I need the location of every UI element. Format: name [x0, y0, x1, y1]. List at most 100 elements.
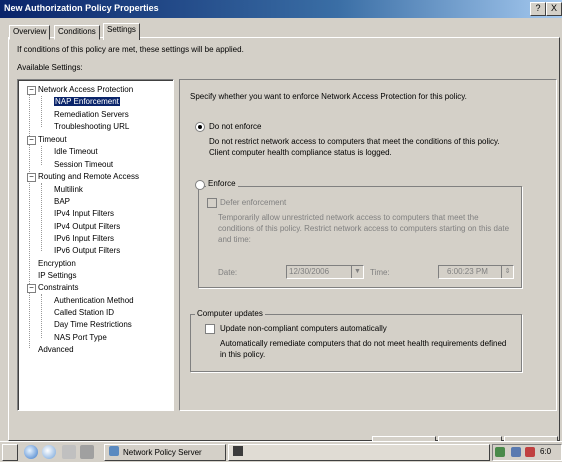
date-value: 12/30/2006: [289, 267, 330, 276]
tree-node-label: NAS Port Type: [54, 333, 107, 342]
enforce-label[interactable]: Enforce: [206, 179, 238, 188]
properties-window: New Authorization Policy Properties ? X …: [0, 0, 562, 446]
tree-node-encryption[interactable]: Encryption: [38, 258, 76, 269]
tree-node-label: IPv4 Output Filters: [54, 222, 121, 231]
tree-node-label: BAP: [54, 197, 71, 206]
settings-tree[interactable]: − Network Access Protection NAP Enforcem…: [17, 79, 174, 411]
tree-node-day-time-restrictions[interactable]: Day Time Restrictions: [54, 319, 132, 330]
tree-node-ip-settings[interactable]: IP Settings: [38, 270, 77, 281]
date-picker[interactable]: 12/30/2006 ▼: [286, 265, 364, 279]
tree-node-label: IPv6 Input Filters: [54, 234, 115, 243]
tree-node-constraints[interactable]: − Constraints: [27, 282, 79, 293]
server-icon: [109, 446, 119, 456]
start-button[interactable]: [2, 444, 18, 461]
taskbar-item-label: Network Policy Server: [123, 448, 202, 457]
tree-node-label: Troubleshooting URL: [54, 122, 130, 131]
alert-icon[interactable]: [525, 447, 535, 457]
window-title: New Authorization Policy Properties: [4, 3, 159, 13]
tree-node-ipv4-input-filters[interactable]: IPv4 Input Filters: [54, 208, 114, 219]
defer-enforcement-description: Temporarily allow unrestricted network a…: [218, 213, 510, 244]
tree-node-label: Network Access Protection: [38, 85, 134, 94]
tree-node-routing-and-remote-access[interactable]: − Routing and Remote Access: [27, 171, 139, 182]
tree-node-label: Authentication Method: [54, 296, 134, 305]
tree-node-label: Multilink: [54, 185, 83, 194]
do-not-enforce-radio[interactable]: [195, 122, 205, 132]
update-noncompliant-description: Automatically remediate computers that d…: [220, 339, 507, 359]
time-label: Time:: [370, 268, 390, 277]
tree-line-constraints: [41, 294, 42, 338]
tree-line-timeout: [41, 146, 42, 165]
internet-explorer-icon[interactable]: [24, 445, 38, 459]
date-label: Date:: [218, 268, 238, 277]
browser-icon[interactable]: [42, 445, 56, 459]
tab-settings[interactable]: Settings: [103, 23, 140, 40]
time-value: 6:00:23 PM: [447, 267, 488, 276]
clock: 6:0: [540, 447, 552, 456]
tree-node-authentication-method[interactable]: Authentication Method: [54, 295, 134, 306]
tab-overview[interactable]: Overview: [9, 25, 51, 40]
window-icon: [233, 446, 243, 456]
computer-updates-legend: Computer updates: [195, 309, 265, 318]
connection-icon[interactable]: [511, 447, 521, 457]
taskbar-item-properties-window[interactable]: [228, 444, 490, 461]
update-noncompliant-label[interactable]: Update non-compliant computers automatic…: [220, 324, 387, 333]
tree-node-ipv6-input-filters[interactable]: IPv6 Input Filters: [54, 233, 114, 244]
tree-node-network-access-protection[interactable]: − Network Access Protection: [27, 84, 134, 95]
tree-node-multilink[interactable]: Multilink: [54, 184, 83, 195]
nap-header-text: Specify whether you want to enforce Netw…: [190, 92, 467, 101]
tree-node-idle-timeout[interactable]: Idle Timeout: [54, 146, 98, 157]
settings-intro: If conditions of this policy are met, th…: [17, 45, 244, 54]
quick-launch-icon[interactable]: [80, 445, 94, 459]
tree-node-label: NAP Enforcement: [53, 96, 121, 107]
tree-line-nap: [41, 96, 42, 127]
collapse-icon[interactable]: −: [27, 173, 36, 182]
tree-node-label: Constraints: [38, 283, 79, 292]
tree-node-label: Remediation Servers: [54, 110, 129, 119]
spinner-icon[interactable]: ⇕: [501, 266, 513, 278]
tree-node-label: IPv6 Output Filters: [54, 246, 121, 255]
tree-node-label: IPv4 Input Filters: [54, 209, 115, 218]
do-not-enforce-description: Do not restrict network access to comput…: [209, 137, 500, 157]
help-button[interactable]: ?: [530, 2, 546, 16]
tree-node-nap-enforcement[interactable]: NAP Enforcement: [53, 96, 121, 107]
defer-enforcement-label[interactable]: Defer enforcement: [220, 198, 286, 207]
time-picker[interactable]: 6:00:23 PM ⇕: [438, 265, 514, 279]
tree-node-called-station-id[interactable]: Called Station ID: [54, 307, 114, 318]
tree-node-timeout[interactable]: − Timeout: [27, 134, 67, 145]
tree-node-label: Encryption: [38, 259, 76, 268]
taskbar-item-network-policy-server[interactable]: Network Policy Server: [104, 444, 226, 461]
chevron-down-icon[interactable]: ▼: [351, 266, 363, 278]
tree-node-nas-port-type[interactable]: NAS Port Type: [54, 332, 107, 343]
collapse-icon[interactable]: −: [27, 136, 36, 145]
network-icon[interactable]: [495, 447, 505, 457]
quick-launch-icon[interactable]: [62, 445, 76, 459]
defer-enforcement-checkbox[interactable]: [207, 198, 217, 208]
tree-node-troubleshooting-url[interactable]: Troubleshooting URL: [54, 121, 129, 132]
tree-node-ipv4-output-filters[interactable]: IPv4 Output Filters: [54, 221, 120, 232]
nap-enforcement-panel: Specify whether you want to enforce Netw…: [179, 79, 557, 411]
collapse-icon[interactable]: −: [27, 86, 36, 95]
tree-line-root: [29, 94, 30, 348]
tree-node-ipv6-output-filters[interactable]: IPv6 Output Filters: [54, 245, 120, 256]
update-noncompliant-checkbox[interactable]: [205, 324, 215, 334]
tree-node-bap[interactable]: BAP: [54, 196, 70, 207]
tree-node-label: Called Station ID: [54, 308, 115, 317]
tree-node-session-timeout[interactable]: Session Timeout: [54, 159, 113, 170]
collapse-icon[interactable]: −: [27, 284, 36, 293]
do-not-enforce-label[interactable]: Do not enforce: [209, 122, 261, 131]
tree-node-label: Session Timeout: [54, 160, 114, 169]
system-tray: 6:0: [492, 444, 562, 461]
tree-node-label: Timeout: [38, 135, 67, 144]
close-button[interactable]: X: [546, 2, 562, 16]
tree-node-label: Day Time Restrictions: [54, 320, 132, 329]
tree-node-label: Routing and Remote Access: [38, 172, 139, 181]
tree-node-label: Advanced: [38, 345, 74, 354]
enforce-radio[interactable]: [195, 180, 205, 190]
tree-node-label: IP Settings: [38, 271, 77, 280]
title-bar[interactable]: New Authorization Policy Properties ? X: [0, 0, 562, 18]
taskbar: Network Policy Server 6:0: [0, 441, 562, 462]
tree-line-routing: [41, 183, 42, 251]
tree-node-advanced[interactable]: Advanced: [38, 344, 74, 355]
tree-node-remediation-servers[interactable]: Remediation Servers: [54, 109, 129, 120]
tab-conditions[interactable]: Conditions: [54, 25, 100, 40]
